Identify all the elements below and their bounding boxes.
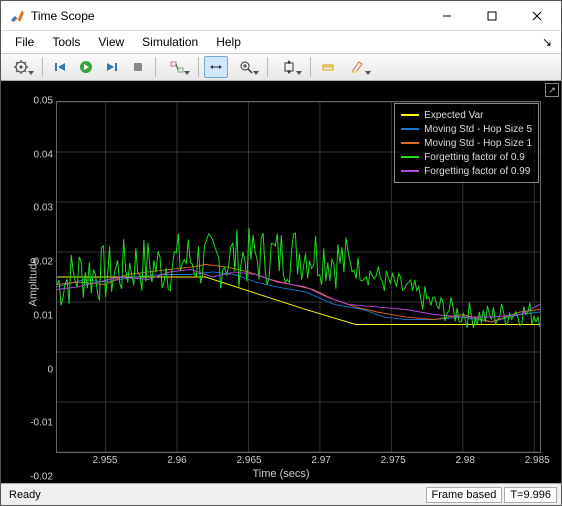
stop-button[interactable] [126, 56, 150, 78]
maximize-axes-icon[interactable]: ↗ [545, 83, 559, 97]
x-tick: 2.965 [237, 455, 262, 466]
x-tick: 2.96 [167, 455, 186, 466]
legend-swatch [401, 156, 419, 158]
menu-tools[interactable]: Tools [44, 33, 88, 51]
y-tick: 0.05 [13, 96, 53, 107]
legend-swatch [401, 128, 419, 130]
legend-swatch [401, 170, 419, 172]
legend-entry[interactable]: Expected Var [401, 108, 532, 122]
y-tick: -0.02 [13, 472, 53, 483]
y-tick: 0.04 [13, 149, 53, 160]
legend-entry[interactable]: Forgetting factor of 0.9 [401, 150, 532, 164]
legend-label: Expected Var [424, 110, 483, 121]
close-button[interactable] [514, 1, 559, 30]
x-tick: 2.955 [92, 455, 117, 466]
status-ready: Ready [5, 489, 45, 501]
window-title: Time Scope [31, 9, 424, 23]
matlab-icon [9, 8, 25, 24]
measure-button[interactable] [316, 56, 340, 78]
legend-swatch [401, 114, 419, 116]
autoscale-button[interactable] [273, 56, 305, 78]
legend-label: Moving Std - Hop Size 5 [424, 124, 532, 135]
maximize-button[interactable] [469, 1, 514, 30]
x-tick: 2.97 [311, 455, 330, 466]
y-tick: 0 [13, 364, 53, 375]
signal-select-button[interactable] [161, 56, 193, 78]
x-axis-label: Time (secs) [252, 468, 309, 480]
x-tick: 2.985 [525, 455, 550, 466]
legend-entry[interactable]: Moving Std - Hop Size 1 [401, 136, 532, 150]
plot-area[interactable]: ↗ Amplitude Time (secs) -0.02-0.0100.010… [1, 81, 561, 483]
menu-help[interactable]: Help [208, 33, 249, 51]
menu-view[interactable]: View [90, 33, 132, 51]
legend[interactable]: Expected Var Moving Std - Hop Size 5 Movin… [394, 103, 539, 183]
x-tick: 2.975 [381, 455, 406, 466]
x-tick: 2.98 [455, 455, 474, 466]
y-tick: 0.01 [13, 310, 53, 321]
legend-entry[interactable]: Forgetting factor of 0.99 [401, 164, 532, 178]
highlight-button[interactable] [342, 56, 374, 78]
legend-entry[interactable]: Moving Std - Hop Size 5 [401, 122, 532, 136]
zoom-tool-button[interactable] [230, 56, 262, 78]
settings-button[interactable] [5, 56, 37, 78]
legend-label: Forgetting factor of 0.9 [424, 152, 525, 163]
zoom-x-button[interactable] [204, 56, 228, 78]
y-tick: 0.02 [13, 257, 53, 268]
menu-simulation[interactable]: Simulation [134, 33, 206, 51]
y-tick: -0.01 [13, 418, 53, 429]
legend-label: Forgetting factor of 0.99 [424, 166, 530, 177]
legend-swatch [401, 142, 419, 144]
run-button[interactable] [74, 56, 98, 78]
legend-label: Moving Std - Hop Size 1 [424, 138, 532, 149]
minimize-button[interactable] [424, 1, 469, 30]
status-time: T=9.996 [504, 487, 557, 503]
pin-icon[interactable]: ↘ [539, 35, 555, 49]
menu-file[interactable]: File [7, 33, 42, 51]
status-mode: Frame based [426, 487, 503, 503]
y-tick: 0.03 [13, 203, 53, 214]
step-forward-button[interactable] [100, 56, 124, 78]
step-back-button[interactable] [48, 56, 72, 78]
